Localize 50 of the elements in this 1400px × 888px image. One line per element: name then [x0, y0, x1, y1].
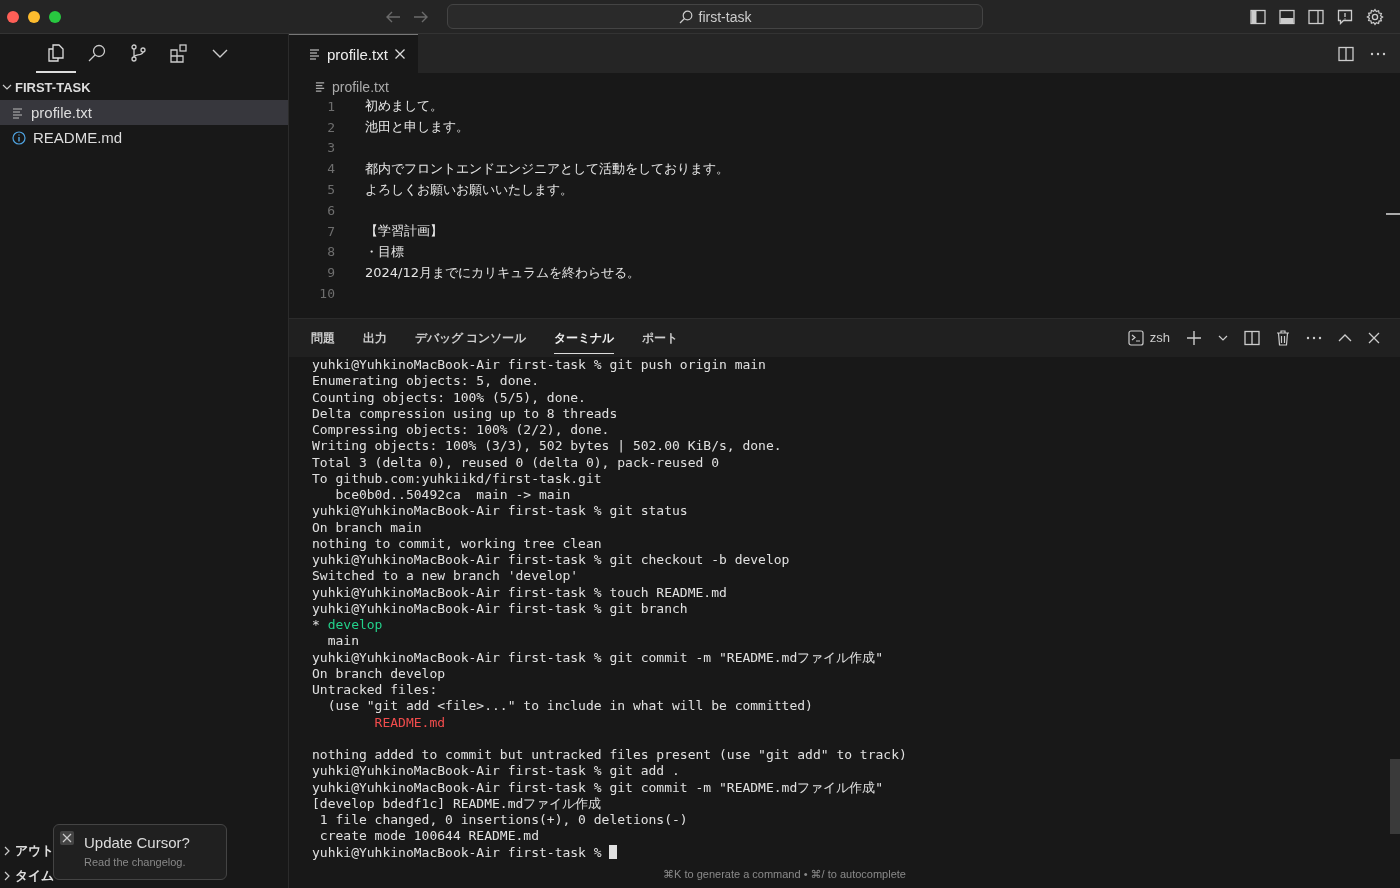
- line-number: 1: [326, 98, 335, 114]
- terminal-line: bce0b0d..50492ca main -> main: [334, 487, 571, 502]
- terminal-line: yuhki@YuhkinoMacBook-Air first-task % touch README.md: [312, 584, 727, 600]
- terminal-hint: ⌘K to generate a command • ⌘/ to autocomplete: [663, 868, 906, 882]
- terminal-line: On branch develop: [312, 665, 446, 681]
- terminal-line: yuhki@YuhkinoMacBook-Air first-task % git push origin main: [312, 357, 766, 372]
- code-line: 初めまして。: [365, 97, 443, 116]
- terminal-line: Compressing objects: 100% (2/2), done.: [312, 422, 610, 437]
- line-number: 9: [326, 265, 335, 281]
- code-line: 都内でフロントエンドエンジニアとして活動をしております。: [365, 159, 729, 178]
- line-number: 8: [326, 244, 335, 260]
- untracked-file: README.md: [373, 714, 446, 730]
- terminal-line: On branch main: [312, 519, 422, 535]
- line-number: 6: [326, 202, 335, 218]
- terminal-line: nothing added to commit but untracked files present (use "git add" to track): [312, 747, 907, 762]
- terminal-line: nothing to commit, working tree clean: [312, 535, 602, 551]
- notification-title: Update Cursor?: [84, 834, 190, 851]
- line-number: 3: [326, 140, 335, 156]
- terminal-line: 1 file changed, 0 insertions(+), 0 deletions(-): [318, 812, 688, 827]
- terminal-line: main: [326, 633, 359, 649]
- line-number: 2: [326, 119, 335, 135]
- terminal-line: To github.com:yuhkiikd/first-task.git: [312, 470, 602, 486]
- code-line: 池田と申します。: [365, 118, 469, 137]
- terminal-line: [develop bdedf1c] README.mdファイル作成: [312, 795, 602, 811]
- line-number: 4: [326, 161, 335, 177]
- terminal-line: Writing objects: 100% (3/3), 502 bytes | 502.00 KiB/s, done.: [312, 438, 782, 454]
- terminal-line: (use "git add <file>..." to include in what will be committed): [326, 698, 813, 714]
- terminal-line: yuhki@YuhkinoMacBook-Air first-task % git commit -m "README.mdファイル作成": [312, 649, 884, 665]
- code-line: 【学習計画】: [365, 222, 443, 241]
- branch-marker: *: [312, 617, 320, 632]
- terminal-line: Enumerating objects: 5, done.: [312, 373, 539, 389]
- current-branch-name: develop: [327, 617, 383, 632]
- terminal-line: Untracked files:: [312, 682, 438, 697]
- terminal-line: yuhki@YuhkinoMacBook-Air first-task % git branch: [312, 600, 688, 616]
- line-number: 10: [318, 286, 335, 302]
- line-number: 7: [326, 223, 335, 239]
- terminal-line: yuhki@YuhkinoMacBook-Air first-task % git add .: [312, 763, 680, 779]
- terminal-line: Delta compression using up to 8 threads: [312, 405, 618, 421]
- code-line: 2024/12月までにカリキュラムを終わらせる。: [365, 263, 640, 282]
- terminal-line: create mode 100644 README.md: [318, 828, 539, 844]
- code-line: ・目標: [365, 242, 404, 261]
- terminal-line: Switched to a new branch 'develop': [312, 568, 579, 584]
- terminal-line: Total 3 (delta 0), reused 0 (delta 0), pack-reused 0: [312, 454, 719, 470]
- terminal-line: Counting objects: 100% (5/5), done.: [312, 389, 586, 405]
- terminal-line: yuhki@YuhkinoMacBook-Air first-task % git commit -m "README.mdファイル作成": [312, 779, 884, 795]
- terminal-line: yuhki@YuhkinoMacBook-Air first-task % git checkout -b develop: [312, 552, 790, 567]
- terminal-prompt: yuhki@YuhkinoMacBook-Air first-task %: [312, 844, 603, 860]
- code-line: よろしくお願いお願いいたします。: [365, 180, 573, 199]
- terminal-line: yuhki@YuhkinoMacBook-Air first-task % git status: [312, 503, 688, 519]
- line-number: 5: [326, 182, 335, 198]
